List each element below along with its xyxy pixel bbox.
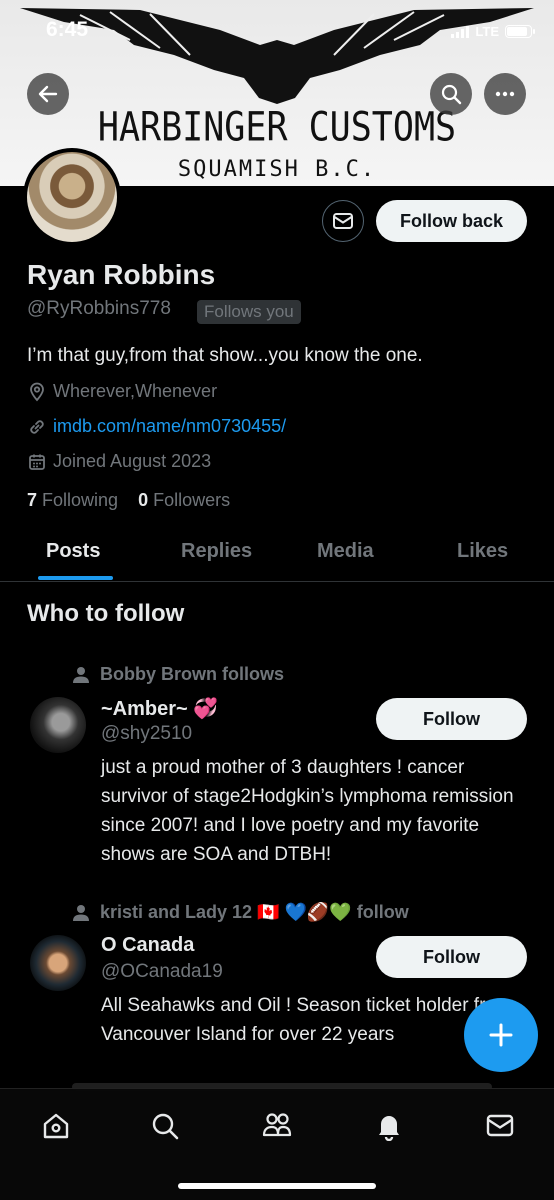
status-indicators: LTE [451, 24, 535, 39]
profile-website[interactable]: imdb.com/name/nm0730455/ [27, 416, 286, 437]
banner-title: HARBINGER CUSTOMS [97, 105, 457, 151]
nav-notifications[interactable] [372, 1109, 406, 1143]
social-context: kristi and Lady 12 🇨🇦 💙🏈💚 follow [72, 902, 409, 923]
envelope-icon [486, 1114, 514, 1137]
website-link[interactable]: imdb.com/name/nm0730455/ [53, 416, 286, 437]
following-link[interactable]: 7 Following [27, 490, 118, 510]
person-icon [73, 666, 89, 683]
nav-search[interactable] [148, 1109, 182, 1143]
search-icon [441, 84, 462, 105]
tab-likes[interactable]: Likes [457, 540, 508, 563]
link-icon [30, 419, 44, 434]
home-icon [43, 1113, 69, 1139]
suggestion-avatar[interactable] [30, 697, 86, 753]
profile-tabs: Posts Replies Media Likes [0, 528, 554, 582]
follow-button[interactable]: Follow [376, 698, 527, 740]
suggestion-name[interactable]: ~Amber~ 💞 [101, 696, 218, 721]
social-context-text: kristi and Lady 12 🇨🇦 💙🏈💚 follow [100, 902, 409, 922]
home-indicator [178, 1183, 376, 1189]
who-to-follow-title: Who to follow [27, 600, 185, 627]
tab-replies[interactable]: Replies [181, 540, 252, 563]
search-button[interactable] [430, 73, 472, 115]
location-text: Wherever,Whenever [53, 381, 218, 401]
suggestion-handle: @OCanada19 [101, 961, 223, 982]
active-tab-indicator [38, 576, 113, 580]
social-context: Bobby Brown follows [72, 664, 284, 685]
suggestion-bio: All Seahawks and Oil ! Season ticket hol… [101, 995, 512, 1045]
social-context-text: Bobby Brown follows [100, 664, 284, 684]
search-icon [152, 1113, 179, 1140]
profile-bio: I’m that guy,from that show...you know t… [27, 345, 423, 366]
suggestion-name[interactable]: O Canada [101, 934, 194, 957]
followers-link[interactable]: 0 Followers [138, 490, 230, 510]
communities-icon [262, 1113, 292, 1137]
location-pin-icon [30, 382, 44, 401]
back-button[interactable] [27, 73, 69, 115]
following-count: 7 [27, 490, 38, 510]
signal-icon [451, 25, 470, 38]
bell-icon [379, 1116, 399, 1141]
following-label: Following [42, 490, 119, 510]
person-icon [73, 904, 89, 921]
follow-button[interactable]: Follow [376, 936, 527, 978]
suggestion-avatar[interactable] [30, 935, 86, 991]
tab-media[interactable]: Media [317, 540, 374, 563]
status-time: 6:45 [46, 18, 89, 41]
followers-count: 0 [138, 490, 149, 510]
envelope-icon [333, 213, 353, 229]
nav-communities[interactable] [260, 1109, 294, 1143]
follows-you-badge: Follows you [197, 300, 301, 324]
more-icon [495, 91, 515, 97]
nav-messages[interactable] [483, 1109, 517, 1143]
plus-icon [489, 1023, 513, 1047]
message-button[interactable] [322, 200, 364, 242]
tab-posts[interactable]: Posts [46, 540, 100, 563]
follow-back-button[interactable]: Follow back [376, 200, 527, 242]
network-label: LTE [475, 24, 499, 39]
profile-name: Ryan Robbins [27, 259, 216, 290]
profile-handle: @RyRobbins778 [27, 298, 171, 319]
follow-counts: 7 Following 0 Followers [27, 490, 230, 511]
back-arrow-icon [38, 85, 58, 103]
suggestion-bio: just a proud mother of 3 daughters ! can… [101, 757, 514, 865]
nav-home[interactable] [39, 1109, 73, 1143]
profile-avatar[interactable] [23, 148, 121, 246]
profile-location: Wherever,Whenever [27, 381, 217, 402]
joined-text: Joined August 2023 [53, 451, 212, 471]
more-button[interactable] [484, 73, 526, 115]
compose-button[interactable] [464, 998, 538, 1072]
battery-icon [505, 25, 535, 38]
followers-label: Followers [153, 490, 231, 510]
suggestion-handle: @shy2510 [101, 723, 193, 744]
calendar-icon [29, 454, 45, 470]
profile-joined: Joined August 2023 [27, 451, 211, 472]
